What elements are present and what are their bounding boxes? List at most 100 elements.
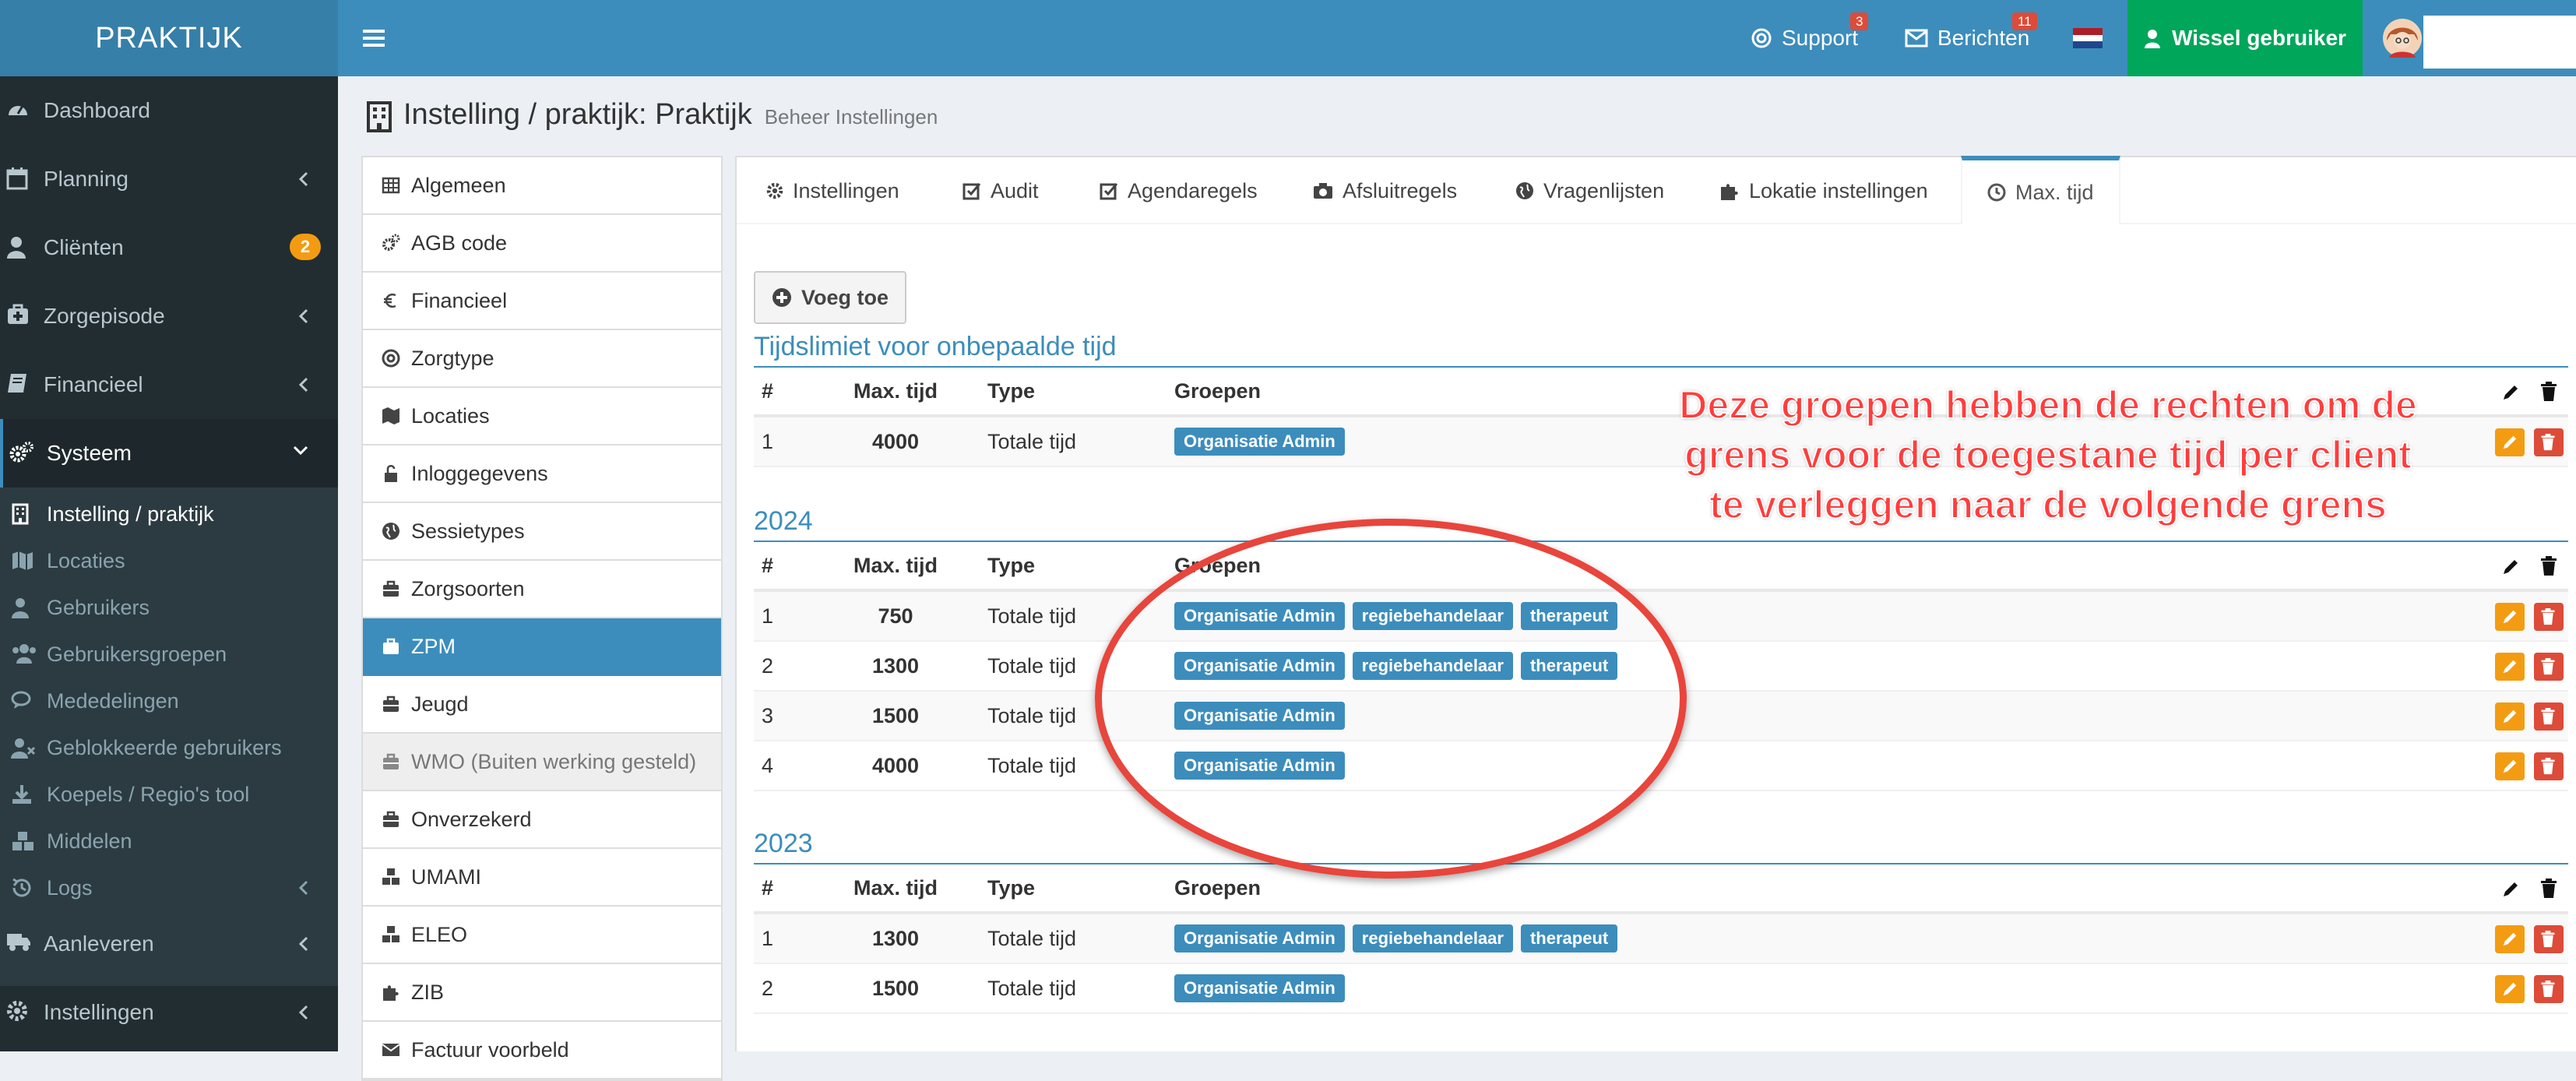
hamburger-menu-icon[interactable] (358, 22, 391, 55)
trash-icon (2541, 556, 2557, 576)
edit-button[interactable] (2495, 603, 2525, 631)
sidebar-subitem-gebruikers[interactable]: Gebruikers (0, 584, 338, 631)
settings-menu-item-zorgtype[interactable]: Zorgtype (363, 330, 721, 388)
settings-menu-item-wmo[interactable]: WMO (Buiten werking gesteld) (363, 734, 721, 791)
sidebar-subitem-label: Locaties (47, 548, 125, 572)
add-button-label: Voeg toe (801, 285, 889, 309)
sidebar-item-clienten[interactable]: Cliënten 2 (0, 213, 338, 282)
settings-menu-label: Factuur voorbeld (411, 1037, 569, 1062)
medkit-icon (8, 304, 28, 324)
group-tag: Organisatie Admin (1174, 924, 1345, 952)
tab-label: Agendaregels (1128, 178, 1258, 202)
sidebar-subitem-locaties[interactable]: Locaties (0, 537, 338, 584)
add-button[interactable]: Voeg toe (754, 271, 906, 324)
delete-button[interactable] (2534, 428, 2564, 456)
sidebar-subitem-label: Koepels / Regio's tool (47, 782, 250, 806)
tab-vragenlijsten[interactable]: Vragenlijsten (1515, 157, 1664, 224)
settings-menu-item-financieel[interactable]: Financieel (363, 273, 721, 330)
sidebar-subitem-geblokkeerde-gebruikers[interactable]: Geblokkeerde gebruikers (0, 724, 338, 771)
sidebar-subitem-gebruikersgroepen[interactable]: Gebruikersgroepen (0, 631, 338, 678)
col-header-num: # (762, 553, 774, 577)
tab-lokatie-instellingen[interactable]: Lokatie instellingen (1719, 157, 1928, 224)
edit-button[interactable] (2495, 702, 2525, 731)
settings-menu-item-sessietypes[interactable]: Sessietypes (363, 503, 721, 561)
delete-button[interactable] (2534, 975, 2564, 1003)
pencil-icon (2503, 435, 2517, 449)
avatar[interactable] (2383, 19, 2422, 58)
sidebar-item-zorgepisode[interactable]: Zorgepisode (0, 282, 338, 350)
page-subtitle: Beheer Instellingen (764, 105, 938, 129)
support-link[interactable]: Support (1751, 0, 1858, 76)
row-groups: Organisatie Admin regiebehandelaar therape… (1174, 924, 1618, 952)
book-icon (8, 374, 26, 393)
tab-label: Max. tijd (2015, 180, 2094, 204)
settings-menu-item-zorgsoorten[interactable]: Zorgsoorten (363, 561, 721, 618)
delete-button[interactable] (2534, 603, 2564, 631)
edit-button[interactable] (2495, 428, 2525, 456)
tab-audit[interactable]: Audit (962, 157, 1039, 224)
settings-menu-item-eleo[interactable]: ELEO (363, 907, 721, 964)
settings-menu-item-zib[interactable]: ZIB (363, 964, 721, 1022)
chevron-left-icon (298, 936, 308, 952)
sidebar-subitem-koepels[interactable]: Koepels / Regio's tool (0, 771, 338, 818)
tab-max-tijd[interactable]: Max. tijd (1961, 156, 2120, 224)
tab-afsluitregels[interactable]: Afsluitregels (1313, 157, 1457, 224)
col-header-groups: Groepen (1174, 379, 1262, 403)
edit-button[interactable] (2495, 975, 2525, 1003)
col-header-max: Max. tijd (853, 875, 938, 900)
tab-agendaregels[interactable]: Agendaregels (1100, 157, 1258, 224)
settings-menu-item-locaties[interactable]: Locaties (363, 388, 721, 445)
truck-icon (7, 934, 30, 951)
messages-link[interactable]: Berichten (1905, 0, 2029, 76)
row-max-time: 4000 (871, 753, 920, 777)
sidebar-item-planning[interactable]: Planning (0, 145, 338, 213)
sidebar-subitem-middelen[interactable]: Middelen (0, 818, 338, 864)
tab-label: Vragenlijsten (1543, 178, 1665, 202)
sidebar-subitem-label: Middelen (47, 829, 132, 853)
pencil-icon (2504, 882, 2518, 896)
map-icon (382, 407, 399, 424)
tab-instellingen[interactable]: Instellingen (766, 157, 899, 224)
settings-menu-item-zpm[interactable]: ZPM (363, 618, 721, 676)
sidebar-item-instellingen[interactable]: Instellingen (0, 978, 338, 1047)
check-square-icon (1100, 183, 1118, 200)
col-header-num: # (762, 875, 774, 900)
app-logo[interactable]: PRAKTIJK (0, 0, 338, 76)
settings-menu-item-umami[interactable]: UMAMI (363, 849, 721, 907)
edit-button[interactable] (2495, 653, 2525, 681)
col-header-max: Max. tijd (853, 553, 938, 577)
table-row: 2 1500 Totale tijd Organisatie Admin (754, 964, 2568, 1014)
sidebar-subitem-label: Logs (47, 875, 93, 900)
sidebar-subitem-instelling-praktijk[interactable]: Instelling / praktijk (0, 491, 338, 537)
sidebar-item-aanleveren[interactable]: Aanleveren (0, 910, 338, 978)
edit-button[interactable] (2495, 752, 2525, 780)
sidebar-item-label: Planning (44, 167, 128, 191)
user-blocked-icon (11, 738, 36, 759)
sidebar-item-systeem[interactable]: Systeem (0, 419, 338, 488)
edit-button[interactable] (2495, 925, 2525, 953)
flag-nl-icon[interactable] (2073, 28, 2103, 48)
sidebar-subitem-logs[interactable]: Logs (0, 864, 338, 911)
settings-menu-item-algemeen[interactable]: Algemeen (363, 157, 721, 215)
chevron-left-icon (298, 308, 308, 324)
user-name-box[interactable] (2423, 16, 2576, 69)
delete-button[interactable] (2534, 702, 2564, 731)
sidebar-item-financieel[interactable]: Financieel (0, 350, 338, 419)
puzzle-icon (1721, 184, 1738, 200)
pencil-icon (2503, 660, 2517, 674)
settings-menu-item-onverzekerd[interactable]: Onverzekerd (363, 791, 721, 849)
settings-menu-item-jeugd[interactable]: Jeugd (363, 676, 721, 734)
settings-menu-item-factuur[interactable]: Factuur voorbeld (363, 1022, 721, 1079)
sidebar-subitem-mededelingen[interactable]: Mededelingen (0, 678, 338, 724)
delete-button[interactable] (2534, 653, 2564, 681)
switch-user-button[interactable]: Wissel gebruiker (2127, 0, 2363, 76)
life-ring-icon (382, 349, 400, 368)
settings-menu-label: Jeugd (411, 692, 469, 716)
sidebar-item-dashboard[interactable]: Dashboard (0, 76, 338, 145)
sidebar-item-label: Financieel (44, 372, 143, 396)
settings-menu-item-agb[interactable]: AGB code (363, 215, 721, 273)
delete-button[interactable] (2534, 925, 2564, 953)
delete-button[interactable] (2534, 752, 2564, 780)
row-num: 3 (762, 703, 774, 727)
settings-menu-item-inloggegevens[interactable]: Inloggegevens (363, 445, 721, 503)
